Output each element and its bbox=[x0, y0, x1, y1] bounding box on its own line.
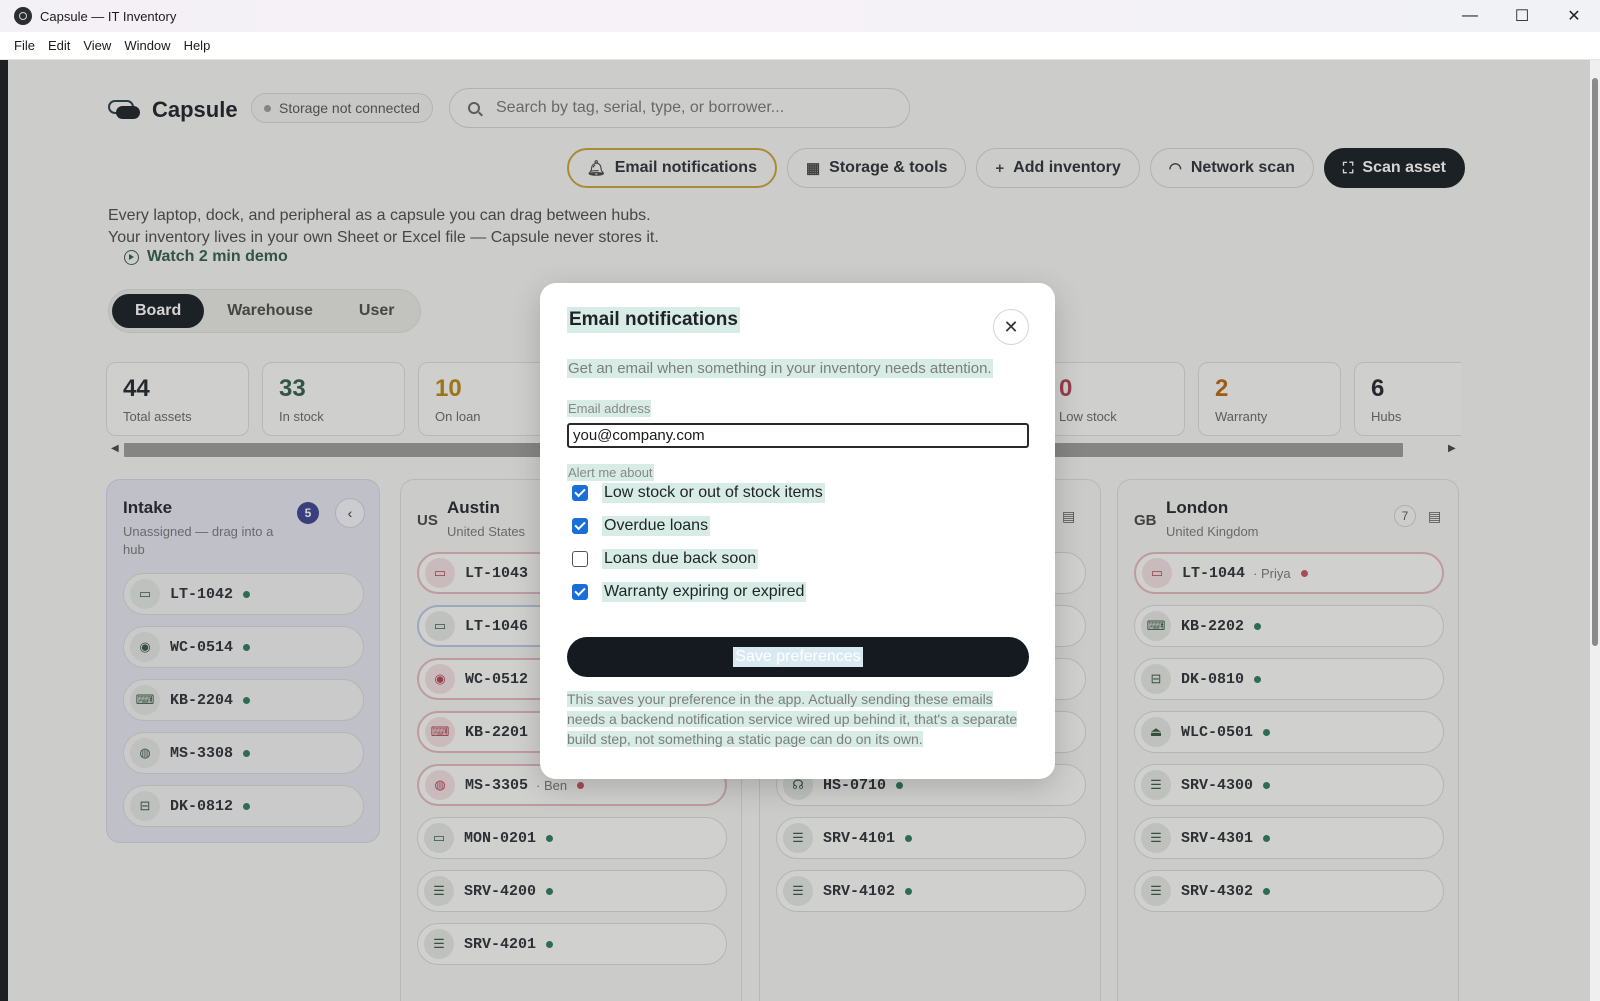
app-icon bbox=[14, 7, 32, 25]
close-window-button[interactable]: ✕ bbox=[1548, 0, 1600, 32]
checkbox[interactable] bbox=[572, 551, 588, 567]
desktop-edge bbox=[0, 60, 8, 1001]
dialog-description: Get an email when something in your inve… bbox=[567, 359, 993, 378]
dialog-note-text: This saves your preference in the app. A… bbox=[567, 691, 1018, 747]
checkbox-label: Loans due back soon bbox=[602, 549, 759, 569]
checkbox[interactable] bbox=[572, 518, 588, 534]
close-dialog-button[interactable]: ✕ bbox=[993, 309, 1029, 345]
vertical-scrollbar[interactable] bbox=[1590, 60, 1600, 1001]
scrollbar-thumb[interactable] bbox=[1592, 78, 1598, 646]
alert-option-overdue-loans[interactable]: Overdue loans bbox=[572, 516, 711, 536]
checkbox-label: Warranty expiring or expired bbox=[602, 582, 807, 602]
save-preferences-button[interactable]: Save preferences bbox=[567, 637, 1029, 677]
title-bar: Capsule — IT Inventory — ☐ ✕ bbox=[0, 0, 1600, 32]
checkbox[interactable] bbox=[572, 485, 588, 501]
email-notifications-dialog: Email notifications ✕ Get an email when … bbox=[540, 283, 1055, 779]
save-preferences-label: Save preferences bbox=[733, 647, 863, 667]
checkbox-label: Low stock or out of stock items bbox=[602, 483, 825, 503]
menu-edit[interactable]: Edit bbox=[48, 38, 70, 53]
checkbox[interactable] bbox=[572, 584, 588, 600]
maximize-button[interactable]: ☐ bbox=[1496, 0, 1548, 32]
menu-bar: File Edit View Window Help bbox=[0, 32, 1600, 60]
window-title: Capsule — IT Inventory bbox=[40, 8, 177, 24]
menu-window[interactable]: Window bbox=[124, 38, 170, 53]
email-address-label: Email address bbox=[567, 400, 652, 417]
alert-option-low-stock[interactable]: Low stock or out of stock items bbox=[572, 483, 825, 503]
menu-file[interactable]: File bbox=[14, 38, 35, 53]
close-icon: ✕ bbox=[1003, 316, 1019, 337]
alert-option-warranty[interactable]: Warranty expiring or expired bbox=[572, 582, 807, 602]
email-field[interactable] bbox=[567, 423, 1029, 448]
menu-help[interactable]: Help bbox=[184, 38, 211, 53]
minimize-button[interactable]: — bbox=[1444, 0, 1496, 32]
alert-option-loans-due-soon[interactable]: Loans due back soon bbox=[572, 549, 759, 569]
dialog-note: This saves your preference in the app. A… bbox=[567, 689, 1029, 749]
checkbox-label: Overdue loans bbox=[602, 516, 711, 536]
menu-view[interactable]: View bbox=[83, 38, 111, 53]
dialog-title: Email notifications bbox=[567, 307, 740, 333]
alert-me-about-label: Alert me about bbox=[567, 464, 654, 481]
